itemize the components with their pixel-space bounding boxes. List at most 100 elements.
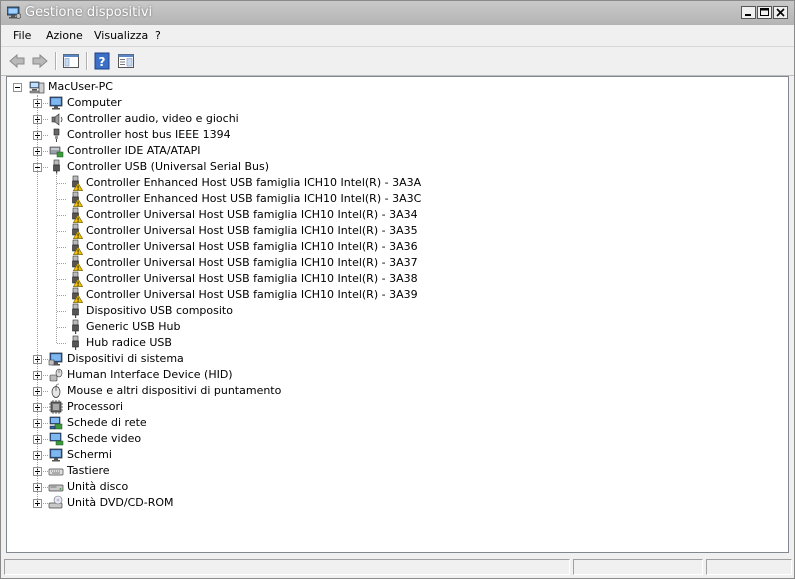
properties-icon[interactable] xyxy=(117,52,135,70)
tree-item-label: Controller host bus IEEE 1394 xyxy=(67,128,231,141)
tree-category[interactable]: Processori xyxy=(7,399,788,415)
tree-item-label: Schede video xyxy=(67,432,142,445)
tree-item-label: Generic USB Hub xyxy=(86,320,181,333)
help-icon[interactable]: ? xyxy=(93,52,111,70)
processor-icon xyxy=(49,400,63,414)
tree-category-usb[interactable]: Controller USB (Universal Serial Bus) xyxy=(7,159,788,175)
tree-item-label: Controller Universal Host USB famiglia I… xyxy=(86,208,418,221)
forward-arrow-icon[interactable] xyxy=(31,52,49,70)
back-arrow-icon[interactable] xyxy=(8,52,26,70)
tree-item-label: Controller USB (Universal Serial Bus) xyxy=(67,160,270,173)
tree-connector-line xyxy=(57,295,66,296)
device-tree[interactable]: MacUser-PC Computer Controller audio, vide… xyxy=(6,76,789,553)
window-title: Gestione dispositivi xyxy=(25,5,153,20)
tree-category[interactable]: Unità DVD/CD-ROM xyxy=(7,495,788,511)
computer-icon xyxy=(49,96,63,110)
ide-controller-icon xyxy=(49,146,64,158)
tree-item-label: Mouse e altri dispositivi di puntamento xyxy=(67,384,282,397)
tree-item-label: Controller Universal Host USB famiglia I… xyxy=(86,288,418,301)
collapse-toggle[interactable] xyxy=(13,83,22,92)
tree-device[interactable]: Controller Universal Host USB famiglia I… xyxy=(7,271,788,287)
tree-item-label: Controller audio, video e giochi xyxy=(67,112,239,125)
tree-connector-line xyxy=(57,183,66,184)
tree-item-label: Controller Enhanced Host USB famiglia IC… xyxy=(86,176,422,189)
tree-category[interactable]: Human Interface Device (HID) xyxy=(7,367,788,383)
tree-connector-line xyxy=(43,359,48,360)
tree-item-label: Controller Universal Host USB famiglia I… xyxy=(86,240,418,253)
title-bar[interactable]: Gestione dispositivi xyxy=(1,1,794,26)
tree-item-label: Unità disco xyxy=(67,480,129,493)
tree-category[interactable]: Controller IDE ATA/ATAPI xyxy=(7,143,788,159)
display-adapter-icon xyxy=(49,432,64,446)
monitor-icon xyxy=(49,448,63,462)
toolbar-separator xyxy=(55,52,57,70)
maximize-button[interactable] xyxy=(757,6,772,19)
close-button[interactable] xyxy=(773,6,788,19)
tree-category[interactable]: Tastiere xyxy=(7,463,788,479)
menu-bar: File Azione Visualizza ? xyxy=(1,25,794,47)
tree-connector-line xyxy=(43,407,48,408)
tree-category[interactable]: Computer xyxy=(7,95,788,111)
tree-connector-line xyxy=(43,103,48,104)
tree-connector-line xyxy=(43,471,48,472)
tree-root[interactable]: MacUser-PC xyxy=(7,79,788,95)
minimize-button[interactable] xyxy=(741,6,756,19)
tree-device[interactable]: Dispositivo USB composito xyxy=(7,303,788,319)
usb-warning-icon xyxy=(72,191,83,207)
tree-item-label: Controller Enhanced Host USB famiglia IC… xyxy=(86,192,422,205)
status-cell-main xyxy=(4,559,570,575)
usb-plug-icon xyxy=(72,303,79,318)
tree-connector-line xyxy=(43,423,48,424)
tree-category[interactable]: Controller audio, video e giochi xyxy=(7,111,788,127)
computer-root-icon xyxy=(29,81,45,94)
tree-device[interactable]: Controller Universal Host USB famiglia I… xyxy=(7,287,788,303)
tree-connector-line xyxy=(43,167,48,168)
tree-category[interactable]: Schede di rete xyxy=(7,415,788,431)
tree-connector-line xyxy=(57,247,66,248)
tree-connector-line xyxy=(43,503,48,504)
keyboard-icon xyxy=(48,468,64,476)
tree-connector-line xyxy=(43,487,48,488)
tree-item-label: Tastiere xyxy=(67,464,110,477)
show-hide-console-tree-icon[interactable] xyxy=(62,52,80,70)
tree-connector-line xyxy=(57,231,66,232)
tree-connector-line xyxy=(43,151,48,152)
tree-connector-line xyxy=(57,263,66,264)
tree-category[interactable]: Schede video xyxy=(7,431,788,447)
tree-device[interactable]: Generic USB Hub xyxy=(7,319,788,335)
svg-text:?: ? xyxy=(99,55,106,69)
tree-device[interactable]: Controller Universal Host USB famiglia I… xyxy=(7,223,788,239)
toolbar: ? xyxy=(1,47,794,76)
menu-azione[interactable]: Azione xyxy=(46,29,83,42)
device-manager-app-icon xyxy=(7,6,21,19)
tree-category[interactable]: Mouse e altri dispositivi di puntamento xyxy=(7,383,788,399)
tree-item-label: Controller Universal Host USB famiglia I… xyxy=(86,256,418,269)
tree-connector-line xyxy=(43,119,48,120)
tree-device[interactable]: Hub radice USB xyxy=(7,335,788,351)
maximize-icon xyxy=(760,8,769,16)
tree-item-label: Human Interface Device (HID) xyxy=(67,368,233,381)
tree-device[interactable]: Controller Enhanced Host USB famiglia IC… xyxy=(7,175,788,191)
tree-category[interactable]: Unità disco xyxy=(7,479,788,495)
status-cell-2 xyxy=(573,559,703,575)
tree-connector-line xyxy=(57,279,66,280)
tree-connector-line xyxy=(43,135,48,136)
tree-device[interactable]: Controller Enhanced Host USB famiglia IC… xyxy=(7,191,788,207)
tree-device[interactable]: Controller Universal Host USB famiglia I… xyxy=(7,207,788,223)
tree-item-label: Schermi xyxy=(67,448,112,461)
tree-device[interactable]: Controller Universal Host USB famiglia I… xyxy=(7,239,788,255)
menu-help[interactable]: ? xyxy=(155,29,161,42)
tree-item-label: Controller IDE ATA/ATAPI xyxy=(67,144,201,157)
status-bar xyxy=(1,556,794,578)
tree-category[interactable]: Schermi xyxy=(7,447,788,463)
menu-visualizza[interactable]: Visualizza xyxy=(94,29,148,42)
menu-file[interactable]: File xyxy=(13,29,31,42)
toolbar-separator xyxy=(86,52,88,70)
tree-category[interactable]: Dispositivi di sistema xyxy=(7,351,788,367)
usb-plug-icon xyxy=(72,335,79,350)
tree-connector-line xyxy=(43,439,48,440)
usb-warning-icon xyxy=(72,287,83,303)
tree-device[interactable]: Controller Universal Host USB famiglia I… xyxy=(7,255,788,271)
tree-category[interactable]: Controller host bus IEEE 1394 xyxy=(7,127,788,143)
tree-connector-line xyxy=(57,199,66,200)
